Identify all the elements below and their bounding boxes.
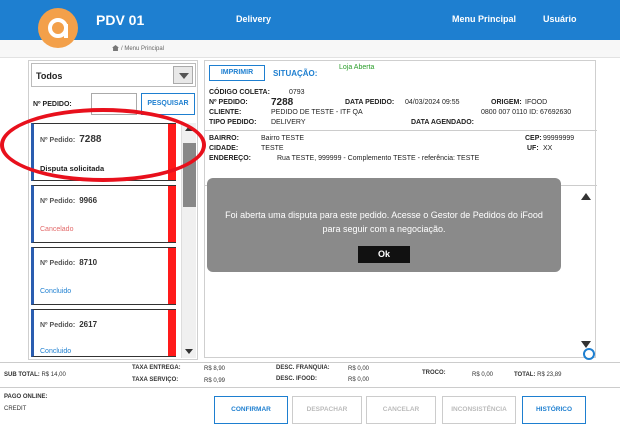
- bairro-label: BAIRRO:: [209, 135, 239, 142]
- taxa-servico-value: R$ 0,99: [204, 378, 226, 384]
- situacao-value: Loja Aberta: [339, 64, 375, 71]
- inconsistencia-button[interactable]: INCONSISTÊNCIA: [442, 396, 516, 424]
- detail-scrollbar[interactable]: [580, 191, 593, 351]
- order-status: Cancelado: [40, 226, 74, 233]
- pedido-search-label: Nº PEDIDO:: [33, 101, 72, 108]
- breadcrumb: / Menu Principal: [112, 45, 164, 52]
- order-card[interactable]: Nº Pedido: 2617 Concluido: [31, 309, 176, 357]
- total-value: R$ 23,89: [537, 372, 562, 378]
- home-icon[interactable]: [112, 45, 119, 51]
- order-number-label: Nº Pedido:: [40, 198, 76, 205]
- order-number-label: Nº Pedido:: [40, 322, 76, 329]
- origem-value: IFOOD: [525, 99, 548, 106]
- divider: [205, 130, 597, 131]
- order-number: 2617: [79, 320, 98, 329]
- data-pedido-value: 04/03/2024 09:55: [405, 99, 460, 106]
- endereco-label: ENDEREÇO:: [209, 155, 252, 162]
- chevron-down-icon[interactable]: [173, 66, 193, 84]
- scroll-down-icon[interactable]: [183, 346, 196, 358]
- action-footer: PAGO ONLINE: CREDIT CONFIRMAR DESPACHAR …: [0, 390, 620, 432]
- nav-delivery[interactable]: Delivery: [236, 14, 271, 24]
- app-title: PDV 01: [96, 12, 145, 28]
- order-number-label: Nº Pedido:: [40, 260, 76, 267]
- desc-ifood-label: DESC. IFOOD:: [276, 376, 318, 382]
- cliente-value: PEDIDO DE TESTE - ITF QA: [271, 109, 363, 116]
- cidade-value: TESTE: [261, 145, 284, 152]
- order-number: 9966: [79, 196, 98, 205]
- cliente-label: CLIENTE:: [209, 109, 242, 116]
- desc-franquia-label: DESC. FRANQUIA:: [276, 365, 330, 371]
- situacao-label: SITUAÇÃO:: [273, 69, 318, 78]
- refresh-icon[interactable]: [583, 348, 595, 360]
- order-card[interactable]: Nº Pedido: 9966 Cancelado: [31, 185, 176, 243]
- scroll-up-icon[interactable]: [580, 191, 593, 203]
- desc-franquia-value: R$ 0,00: [348, 366, 370, 372]
- status-filter-value: Todos: [36, 71, 63, 81]
- top-bar: PDV 01 Delivery Menu Principal Usuário: [0, 0, 620, 40]
- dispute-message: Foi aberta uma disputa para este pedido.…: [225, 210, 543, 234]
- origem-label: ORIGEM:: [491, 99, 522, 106]
- total-label: TOTAL:: [514, 372, 536, 378]
- tipo-pedido-label: TIPO PEDIDO:: [209, 119, 257, 126]
- order-number: 8710: [79, 258, 98, 267]
- dispute-alert-dialog: Foi aberta uma disputa para este pedido.…: [207, 178, 561, 272]
- confirmar-button[interactable]: CONFIRMAR: [214, 396, 288, 424]
- pedido-value: 7288: [271, 97, 294, 108]
- cidade-label: CIDADE:: [209, 145, 239, 152]
- order-card[interactable]: Nº Pedido: 8710 Concluido: [31, 247, 176, 305]
- pago-online-value: CREDIT: [4, 406, 27, 412]
- codigo-coleta-label: CÓDIGO COLETA:: [209, 89, 270, 96]
- troco-value: R$ 0,00: [472, 372, 494, 378]
- app-logo: [38, 8, 78, 48]
- order-list-panel: Todos Nº PEDIDO: PESQUISAR Nº Pedido: 728…: [28, 60, 198, 360]
- tipo-pedido-value: DELIVERY: [271, 119, 306, 126]
- taxa-entrega-value: R$ 8,90: [204, 366, 226, 372]
- endereco-value: Rua TESTE, 999999 - Complemento TESTE - …: [277, 155, 480, 162]
- status-filter-select[interactable]: Todos: [31, 63, 196, 87]
- pago-online-label: PAGO ONLINE:: [4, 394, 48, 400]
- order-status: Concluido: [40, 288, 72, 295]
- despachar-button[interactable]: DESPACHAR: [292, 396, 362, 424]
- pedido-label: Nº PEDIDO:: [209, 99, 248, 106]
- data-agendado-label: DATA AGENDADO:: [411, 119, 474, 126]
- order-alert-bar: [168, 310, 176, 356]
- subtotal-value: R$ 14,00: [41, 372, 66, 378]
- bairro-value: Bairro TESTE: [261, 135, 305, 142]
- codigo-coleta-value: 0793: [289, 89, 305, 96]
- ok-button[interactable]: Ok: [358, 246, 410, 263]
- breadcrumb-bar: / Menu Principal: [0, 40, 620, 58]
- subtotal-label: SUB TOTAL:: [4, 372, 40, 378]
- uf-label: UF:: [527, 145, 539, 152]
- cep-label: CEP:: [525, 135, 542, 142]
- data-pedido-label: DATA PEDIDO:: [345, 99, 395, 106]
- taxa-entrega-label: TAXA ENTREGA:: [132, 365, 181, 371]
- breadcrumb-text[interactable]: / Menu Principal: [121, 46, 164, 52]
- desc-ifood-value: R$ 0,00: [348, 377, 370, 383]
- nav-usuario[interactable]: Usuário: [543, 14, 577, 24]
- print-button[interactable]: IMPRIMIR: [209, 65, 265, 81]
- cep-value: 99999999: [543, 135, 575, 142]
- totals-bar: SUB TOTAL: R$ 14,00 TAXA ENTREGA: R$ 8,9…: [0, 362, 620, 388]
- order-alert-bar: [168, 248, 176, 304]
- cancelar-button[interactable]: CANCELAR: [366, 396, 436, 424]
- order-alert-bar: [168, 186, 176, 242]
- historico-button[interactable]: HISTÓRICO: [522, 396, 586, 424]
- uf-value: XX: [543, 145, 553, 152]
- order-status: Concluido: [40, 348, 72, 355]
- cliente-telefone: 0800 007 0110 ID: 67692630: [481, 109, 572, 116]
- taxa-servico-label: TAXA SERVIÇO:: [132, 377, 179, 383]
- troco-label: TROCO:: [422, 370, 446, 376]
- nav-menu-principal[interactable]: Menu Principal: [452, 14, 516, 24]
- highlight-annotation: [0, 108, 206, 182]
